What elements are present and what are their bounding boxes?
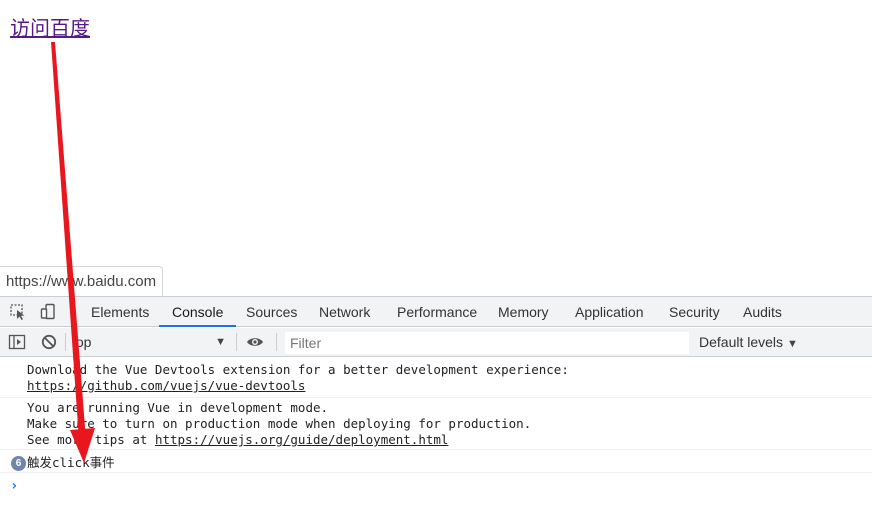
console-message: You are running Vue in development mode.… — [0, 400, 872, 450]
live-expression-eye-icon[interactable] — [246, 333, 264, 351]
message-text: Download the Vue Devtools extension for … — [27, 362, 569, 377]
devtools-panel: Elements Console Sources Network Perform… — [0, 296, 872, 516]
visit-baidu-link[interactable]: 访问百度 — [10, 12, 90, 41]
context-value: top — [72, 334, 92, 350]
log-levels-dropdown[interactable]: Default levels ▼ — [699, 332, 798, 353]
device-toolbar-icon[interactable] — [39, 303, 57, 321]
tab-network[interactable]: Network — [306, 297, 383, 327]
vue-deployment-link[interactable]: https://vuejs.org/guide/deployment.html — [155, 432, 449, 447]
toolbar-separator — [65, 333, 66, 351]
tab-application[interactable]: Application — [562, 297, 657, 327]
console-toolbar: top ▼ Default levels▼ — [0, 328, 872, 357]
console-message-repeated: 6 触发click事件 — [0, 453, 872, 473]
show-sidebar-icon[interactable] — [8, 333, 26, 351]
dropdown-arrow-icon: ▼ — [787, 338, 798, 350]
levels-label: Default levels — [699, 334, 784, 350]
status-bar-url: https://www.baidu.com — [0, 266, 164, 296]
repeat-count-badge: 6 — [11, 456, 26, 471]
tab-audits[interactable]: Audits — [730, 297, 795, 327]
devtools-tabbar: Elements Console Sources Network Perform… — [0, 297, 872, 327]
tab-performance[interactable]: Performance — [384, 297, 490, 327]
toolbar-separator — [276, 333, 277, 351]
console-message: Download the Vue Devtools extension for … — [0, 362, 872, 398]
dropdown-arrow-icon: ▼ — [215, 336, 226, 348]
message-text: See more tips at — [27, 432, 155, 447]
console-prompt-icon[interactable]: › — [10, 478, 18, 494]
webpage-viewport: 访问百度 — [0, 0, 872, 296]
vue-devtools-link[interactable]: https://github.com/vuejs/vue-devtools — [27, 378, 305, 393]
tab-sources[interactable]: Sources — [233, 297, 310, 327]
message-text: You are running Vue in development mode. — [27, 400, 329, 415]
tab-console[interactable]: Console — [159, 297, 237, 327]
console-output: Download the Vue Devtools extension for … — [0, 358, 872, 516]
execution-context-select[interactable]: top ▼ — [72, 332, 230, 353]
message-text: Make sure to turn on production mode whe… — [27, 416, 532, 431]
toolbar-separator — [236, 333, 237, 351]
clear-console-icon[interactable] — [40, 333, 58, 351]
tab-elements[interactable]: Elements — [78, 297, 162, 327]
message-text: 触发click事件 — [27, 455, 115, 470]
tab-security[interactable]: Security — [656, 297, 733, 327]
inspect-element-icon[interactable] — [9, 303, 27, 321]
console-filter-input[interactable] — [285, 332, 689, 354]
tab-memory[interactable]: Memory — [485, 297, 562, 327]
